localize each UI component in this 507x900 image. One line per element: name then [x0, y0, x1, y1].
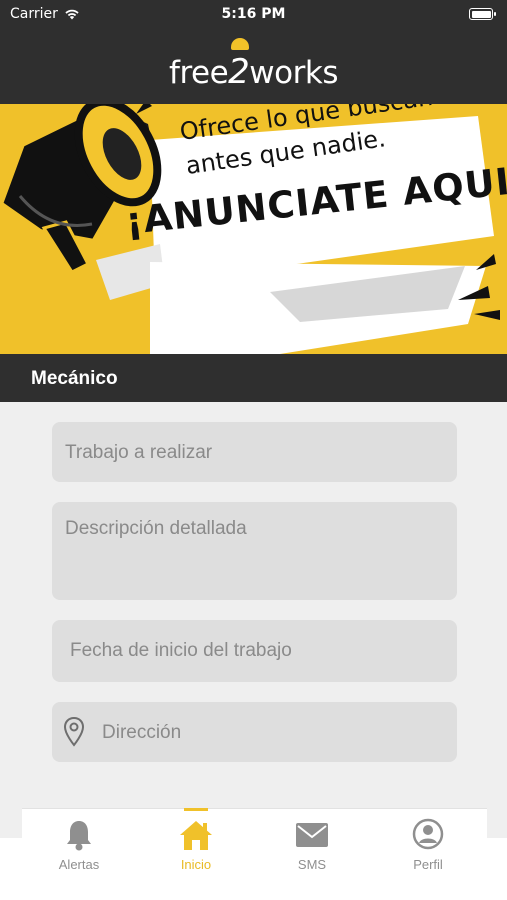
- tab-alertas[interactable]: Alertas: [29, 808, 129, 878]
- user-circle-icon: [412, 818, 444, 850]
- trabajo-input[interactable]: Trabajo a realizar: [52, 422, 457, 482]
- fecha-input[interactable]: Fecha de inicio del trabajo: [52, 620, 457, 682]
- direccion-input[interactable]: Dirección: [52, 702, 457, 762]
- section-title: Mecánico: [31, 368, 118, 389]
- tab-perfil[interactable]: Perfil: [378, 808, 478, 878]
- envelope-icon: [296, 823, 328, 847]
- descripcion-placeholder: Descripción detallada: [65, 518, 247, 539]
- logo-text-free: free: [169, 55, 229, 91]
- status-time: 5:16 PM: [221, 6, 286, 22]
- tab-sms-label: SMS: [297, 857, 327, 872]
- direccion-placeholder: Dirección: [102, 722, 182, 743]
- tab-alertas-label: Alertas: [58, 857, 100, 872]
- active-tab-indicator: [184, 808, 208, 811]
- logo-text-two: 2: [228, 38, 250, 92]
- trabajo-placeholder: Trabajo a realizar: [65, 442, 213, 463]
- tab-inicio[interactable]: Inicio: [146, 808, 246, 878]
- status-bar: Carrier 5:16 PM: [0, 0, 507, 30]
- tab-perfil-label: Perfil: [413, 857, 443, 872]
- location-pin-icon: [63, 716, 85, 747]
- ad-banner[interactable]: Ofrece lo que buscan antes que nadie. ¡A…: [0, 104, 507, 354]
- tab-inicio-label: Inicio: [180, 857, 212, 872]
- home-icon: [180, 821, 212, 850]
- helmet-icon: [231, 38, 250, 50]
- bell-icon: [67, 821, 91, 851]
- logo-text-works: works: [249, 55, 338, 91]
- battery-icon: [469, 8, 496, 20]
- section-header: Mecánico: [0, 354, 507, 402]
- descripcion-textarea[interactable]: Descripción detallada: [52, 502, 457, 600]
- app-header: free 2works: [0, 30, 507, 104]
- app-logo: free 2works: [0, 38, 507, 92]
- fecha-placeholder: Fecha de inicio del trabajo: [70, 640, 292, 661]
- tab-sms[interactable]: SMS: [262, 808, 362, 878]
